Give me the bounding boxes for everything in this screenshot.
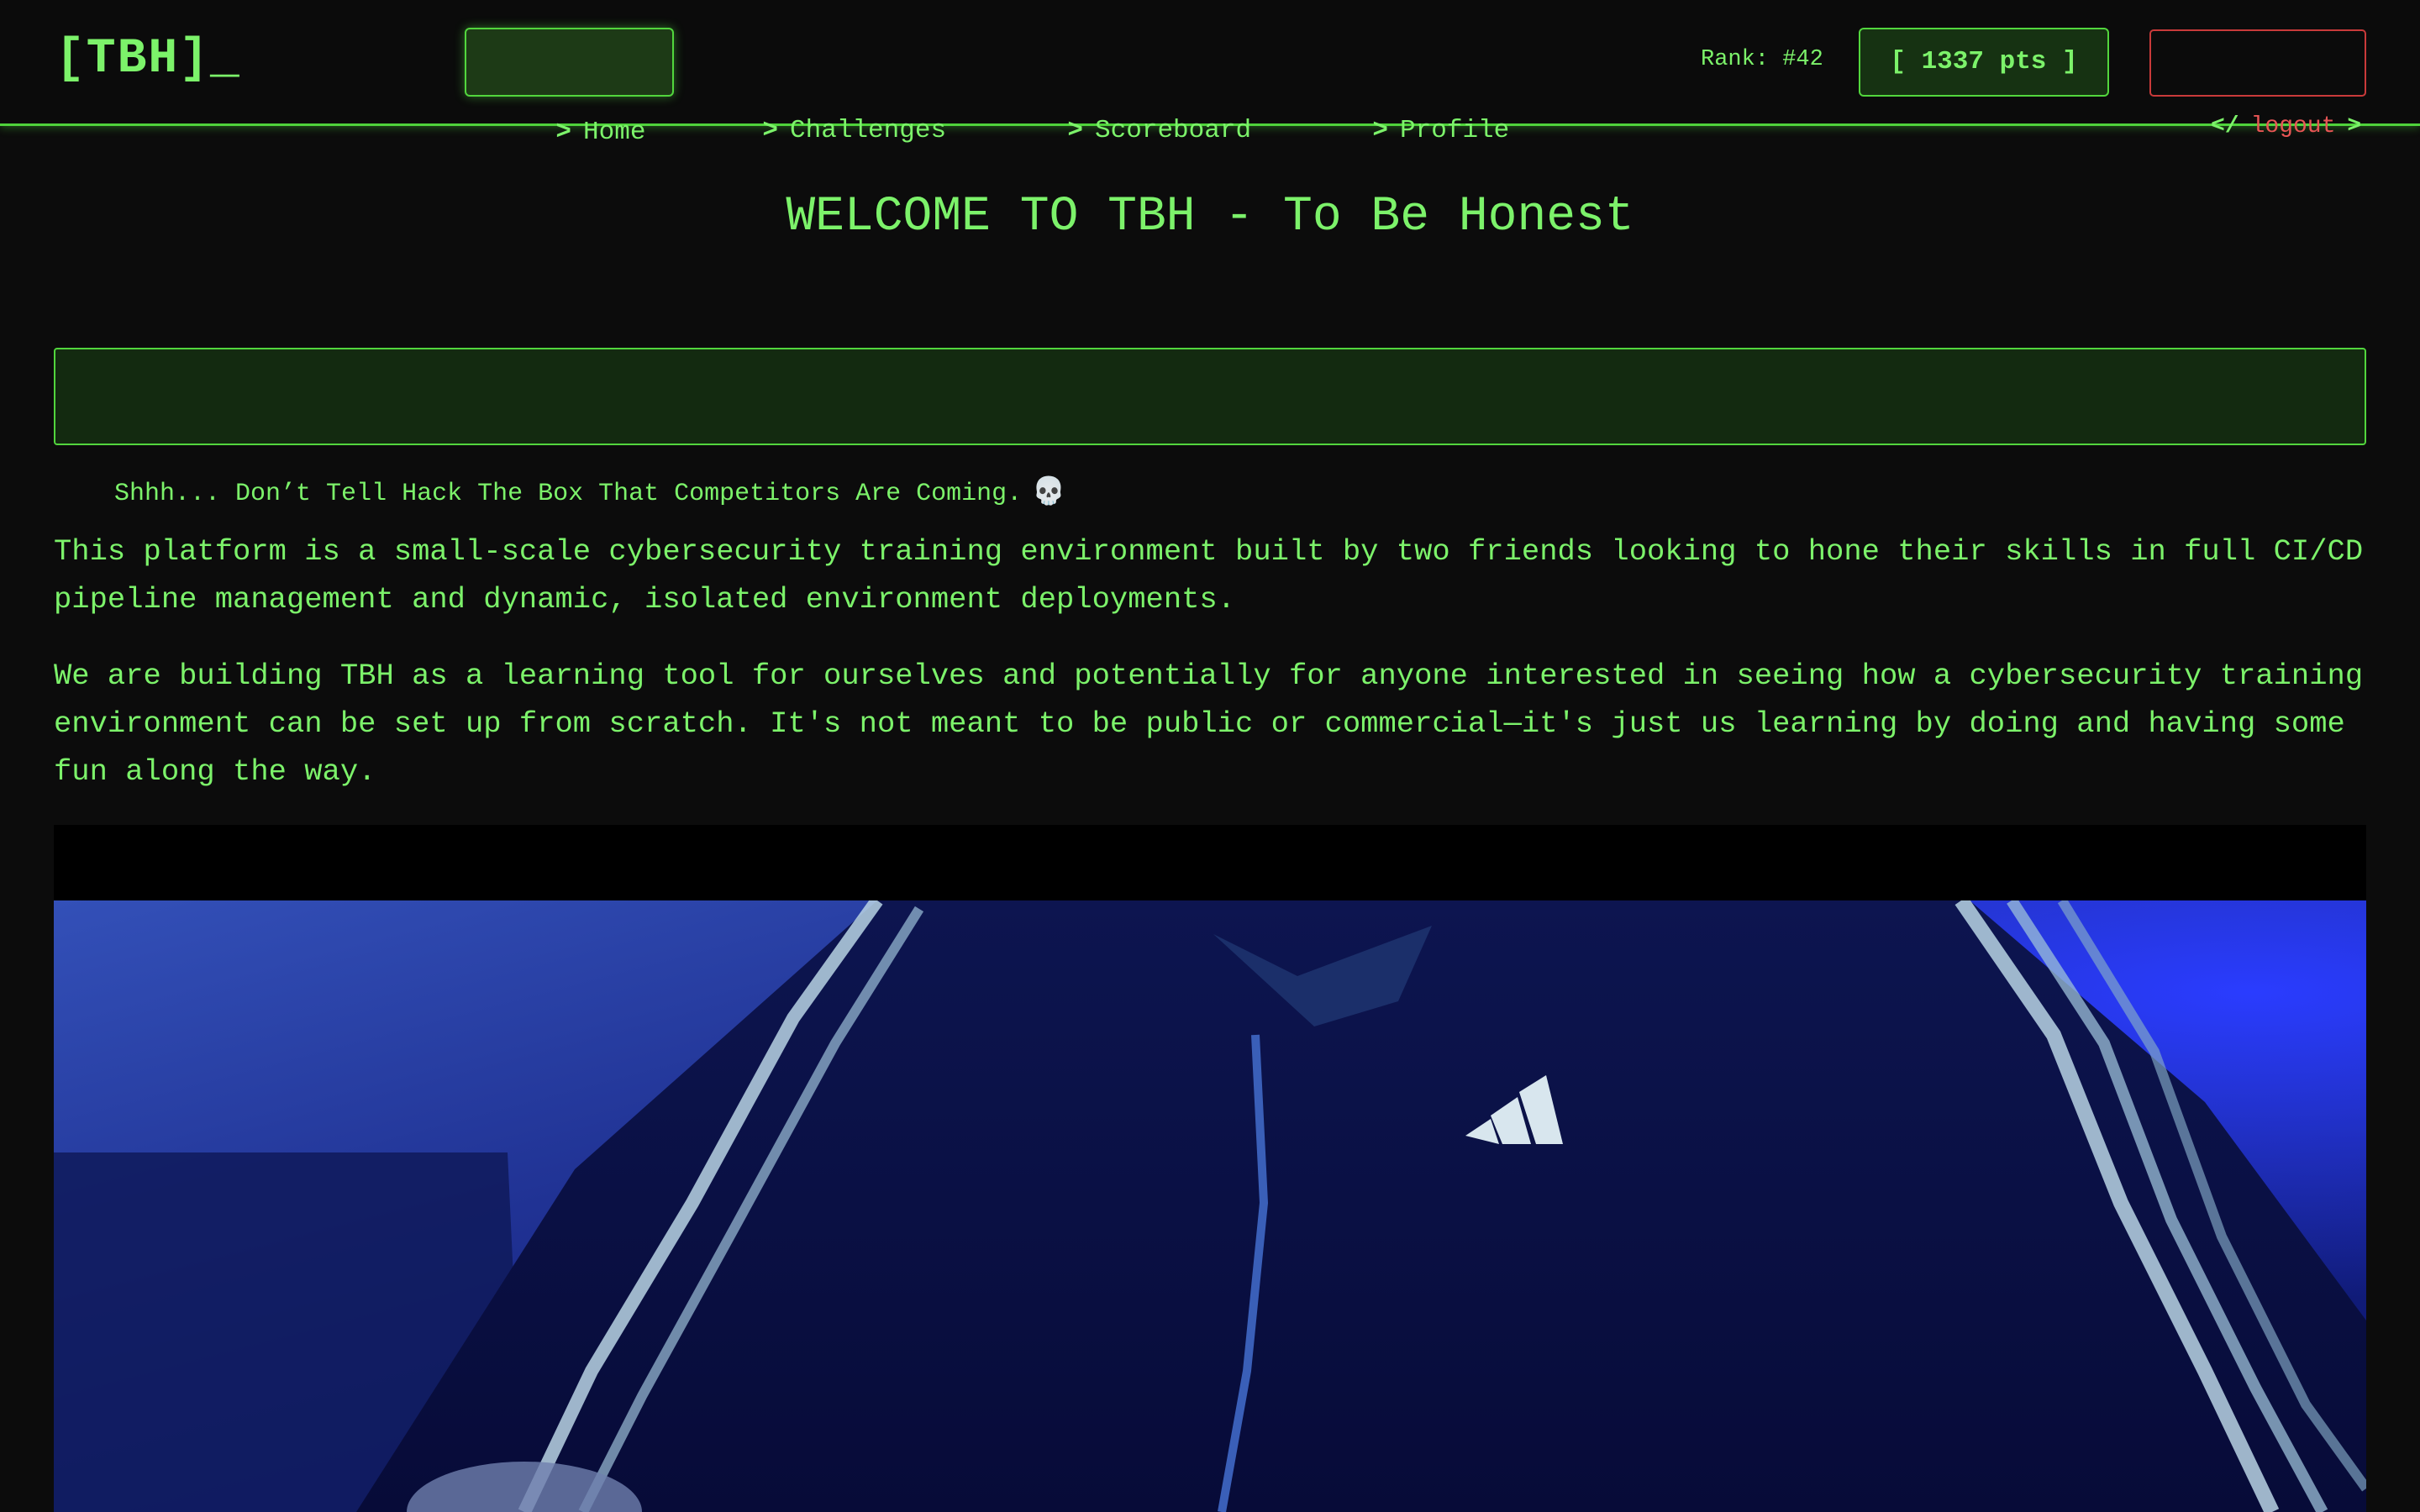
- points-badge: [ 1337 pts ]: [1859, 28, 2109, 97]
- logout-button[interactable]: </ logout >: [2149, 29, 2366, 139]
- nav-scoreboard-label: Scoreboard: [1095, 116, 1252, 145]
- logout-close-tag: >: [2347, 113, 2362, 139]
- intro-paragraph: This platform is a small-scale cybersecu…: [54, 534, 2364, 617]
- logout-open-tag: </: [2210, 113, 2239, 139]
- chevron-right-icon: >: [1067, 116, 1084, 145]
- chevron-right-icon: >: [762, 116, 779, 145]
- nav-home[interactable]: > Home: [465, 28, 675, 147]
- site-logo[interactable]: [TBH]_: [55, 32, 241, 87]
- nav-home-label: Home: [583, 118, 646, 147]
- skull-icon: 💀: [1032, 475, 1066, 507]
- navbar: [TBH]_ > Home > Challenges > Scoreboard > Pr…: [0, 0, 2420, 147]
- media-frame: [54, 825, 2366, 1512]
- notice-banner: Shhh... Don’t Tell Hack The Box That Com…: [54, 348, 2366, 508]
- chevron-right-icon: >: [555, 118, 572, 147]
- logout-label: logout: [2250, 113, 2336, 139]
- nav-scoreboard[interactable]: > Scoreboard: [1005, 28, 1251, 145]
- nav-profile-label: Profile: [1400, 116, 1510, 145]
- nav-challenges[interactable]: > Challenges: [700, 28, 946, 145]
- rank-label: Rank: #42: [1701, 47, 1823, 72]
- nav-challenges-label: Challenges: [790, 116, 947, 145]
- chevron-right-icon: >: [1372, 116, 1389, 145]
- page-title: WELCOME TO TBH - To Be Honest: [786, 190, 1634, 244]
- description-paragraph: We are building TBH as a learning tool f…: [54, 659, 2364, 789]
- hacker-in-hoodie-gif: [54, 900, 2366, 1512]
- notice-text: Shhh... Don’t Tell Hack The Box That Com…: [114, 480, 1023, 508]
- nav-profile[interactable]: > Profile: [1310, 28, 1509, 145]
